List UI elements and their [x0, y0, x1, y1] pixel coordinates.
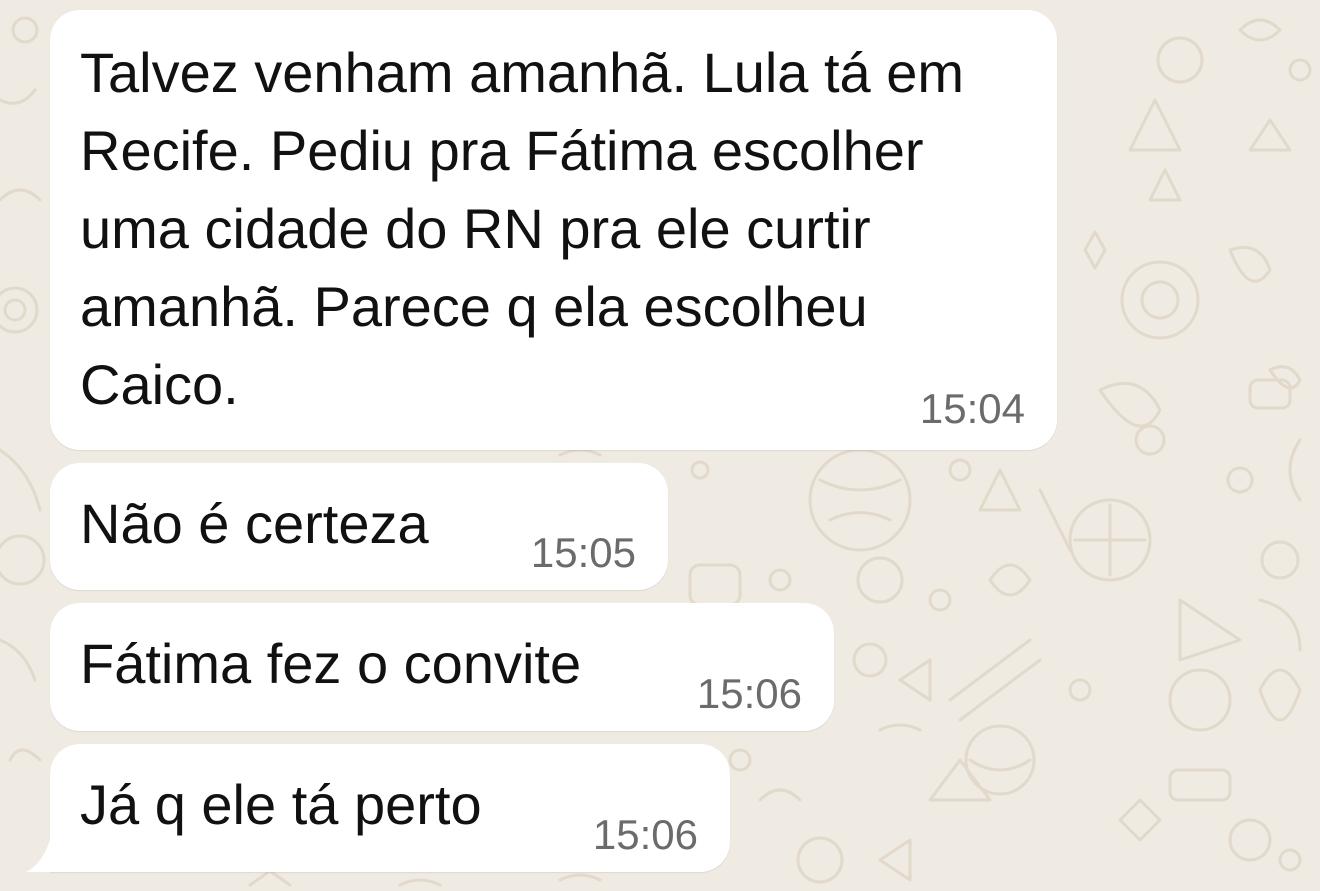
- message-text: Talvez venham amanhã. Lula tá em Recife.…: [80, 41, 965, 416]
- message-bubble[interactable]: Já q ele tá perto 15:06: [50, 744, 730, 872]
- chat-message-list[interactable]: Talvez venham amanhã. Lula tá em Recife.…: [0, 0, 1320, 891]
- message-bubble[interactable]: Fátima fez o convite 15:06: [50, 603, 834, 731]
- message-bubble[interactable]: Talvez venham amanhã. Lula tá em Recife.…: [50, 10, 1057, 450]
- message-timestamp: 15:04: [919, 385, 1025, 432]
- message-text: Já q ele tá perto: [80, 773, 482, 836]
- bubble-tail-icon: [26, 840, 50, 872]
- message-timestamp: 15:06: [696, 670, 802, 717]
- message-timestamp: 15:06: [592, 811, 698, 858]
- message-bubble[interactable]: Não é certeza 15:05: [50, 463, 668, 590]
- message-timestamp: 15:05: [530, 529, 636, 576]
- message-text: Não é certeza: [80, 492, 429, 555]
- message-text: Fátima fez o convite: [80, 632, 582, 695]
